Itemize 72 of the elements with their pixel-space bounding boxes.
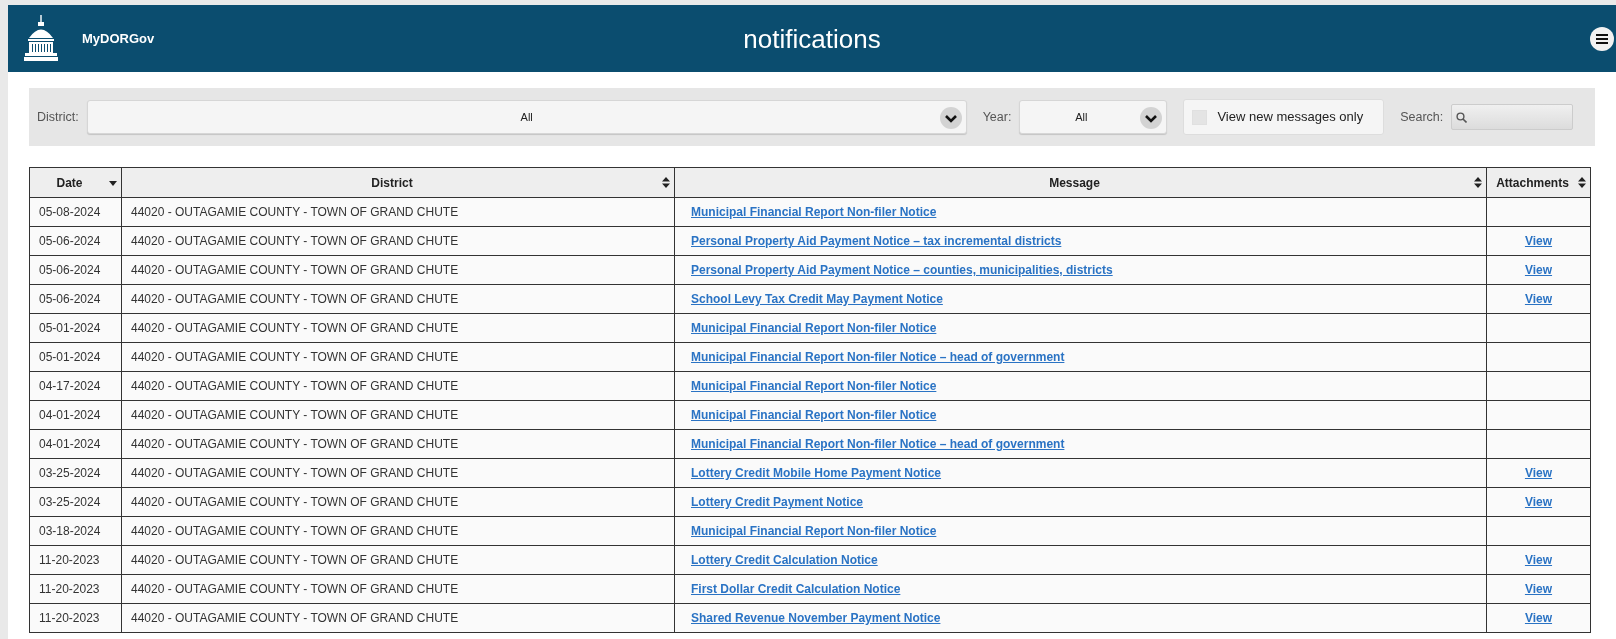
district-cell: 44020 - OUTAGAMIE COUNTY - TOWN OF GRAND CHUTE	[121, 371, 675, 401]
search-label: Search:	[1400, 108, 1444, 126]
district-cell: 44020 - OUTAGAMIE COUNTY - TOWN OF GRAND CHUTE	[121, 545, 675, 575]
district-cell: 44020 - OUTAGAMIE COUNTY - TOWN OF GRAND CHUTE	[121, 197, 675, 227]
date-cell: 11-20-2023	[29, 603, 122, 633]
date-cell: 05-06-2024	[29, 226, 122, 256]
date-cell: 05-01-2024	[29, 313, 122, 343]
chevron-down-icon	[939, 107, 962, 129]
view-link[interactable]: View	[1524, 553, 1553, 567]
capitol-icon	[24, 14, 58, 63]
column-header[interactable]: Date	[29, 167, 122, 198]
message-link[interactable]: Lottery Credit Payment Notice	[691, 495, 864, 509]
sort-descending-icon	[109, 181, 117, 186]
message-link[interactable]: Municipal Financial Report Non-filer Notice	[691, 408, 937, 422]
message-link[interactable]: Shared Revenue November Payment Notice	[691, 611, 941, 625]
district-label: District:	[37, 108, 79, 126]
menu-icon	[1596, 34, 1608, 44]
message-link[interactable]: Municipal Financial Report Non-filer Notice	[691, 379, 937, 393]
sort-icon	[662, 177, 670, 188]
year-select[interactable]: All	[1019, 100, 1168, 134]
view-link[interactable]: View	[1524, 582, 1553, 596]
chevron-down-icon	[1140, 107, 1163, 129]
message-link[interactable]: First Dollar Credit Calculation Notice	[691, 582, 901, 596]
column-header[interactable]: Message	[674, 167, 1487, 198]
district-cell: 44020 - OUTAGAMIE COUNTY - TOWN OF GRAND CHUTE	[121, 400, 675, 430]
view-link[interactable]: View	[1524, 466, 1553, 480]
district-cell: 44020 - OUTAGAMIE COUNTY - TOWN OF GRAND CHUTE	[121, 255, 675, 285]
view-link[interactable]: View	[1524, 611, 1553, 625]
district-cell: 44020 - OUTAGAMIE COUNTY - TOWN OF GRAND CHUTE	[121, 516, 675, 546]
search-field[interactable]	[1451, 104, 1574, 130]
district-cell: 44020 - OUTAGAMIE COUNTY - TOWN OF GRAND CHUTE	[121, 458, 675, 488]
date-cell: 03-25-2024	[29, 458, 122, 488]
date-cell: 05-01-2024	[29, 342, 122, 372]
view-link[interactable]: View	[1524, 234, 1553, 248]
district-cell: 44020 - OUTAGAMIE COUNTY - TOWN OF GRAND CHUTE	[121, 429, 675, 459]
district-select[interactable]: All	[86, 100, 967, 134]
date-cell: 05-08-2024	[29, 197, 122, 227]
message-link[interactable]: Municipal Financial Report Non-filer Notice	[691, 524, 937, 538]
date-cell: 04-01-2024	[29, 400, 122, 430]
message-link[interactable]: School Levy Tax Credit May Payment Notice	[691, 292, 943, 306]
date-cell: 04-17-2024	[29, 371, 122, 401]
brand-name[interactable]: MyDORGov	[82, 28, 155, 49]
column-header[interactable]: Attachments	[1486, 167, 1591, 198]
sort-icon	[1474, 177, 1482, 188]
district-cell: 44020 - OUTAGAMIE COUNTY - TOWN OF GRAND CHUTE	[121, 487, 675, 517]
district-cell: 44020 - OUTAGAMIE COUNTY - TOWN OF GRAND CHUTE	[121, 226, 675, 256]
date-cell: 05-06-2024	[29, 255, 122, 285]
view-link[interactable]: View	[1524, 263, 1553, 277]
district-cell: 44020 - OUTAGAMIE COUNTY - TOWN OF GRAND CHUTE	[121, 342, 675, 372]
date-cell: 04-01-2024	[29, 429, 122, 459]
message-link[interactable]: Lottery Credit Calculation Notice	[691, 553, 878, 567]
view-link[interactable]: View	[1524, 495, 1553, 509]
date-cell: 03-25-2024	[29, 487, 122, 517]
district-cell: 44020 - OUTAGAMIE COUNTY - TOWN OF GRAND CHUTE	[121, 284, 675, 314]
message-link[interactable]: Lottery Credit Mobile Home Payment Notice	[691, 466, 942, 480]
view-link[interactable]: View	[1524, 292, 1553, 306]
sort-icon	[1578, 177, 1586, 188]
menu-button[interactable]	[1590, 27, 1614, 51]
search-icon	[1456, 111, 1468, 123]
message-link[interactable]: Municipal Financial Report Non-filer Notice	[691, 205, 937, 219]
page-title: notifications	[743, 22, 881, 55]
district-cell: 44020 - OUTAGAMIE COUNTY - TOWN OF GRAND CHUTE	[121, 574, 675, 604]
date-cell: 11-20-2023	[29, 574, 122, 604]
message-link[interactable]: Municipal Financial Report Non-filer Notice	[691, 321, 937, 335]
date-cell: 05-06-2024	[29, 284, 122, 314]
date-cell: 11-20-2023	[29, 545, 122, 575]
new-messages-toggle[interactable]: View new messages only	[1183, 99, 1385, 135]
year-label: Year:	[982, 108, 1012, 126]
column-header[interactable]: District	[121, 167, 675, 198]
district-cell: 44020 - OUTAGAMIE COUNTY - TOWN OF GRAND CHUTE	[121, 313, 675, 343]
district-cell: 44020 - OUTAGAMIE COUNTY - TOWN OF GRAND CHUTE	[121, 603, 675, 633]
date-cell: 03-18-2024	[29, 516, 122, 546]
